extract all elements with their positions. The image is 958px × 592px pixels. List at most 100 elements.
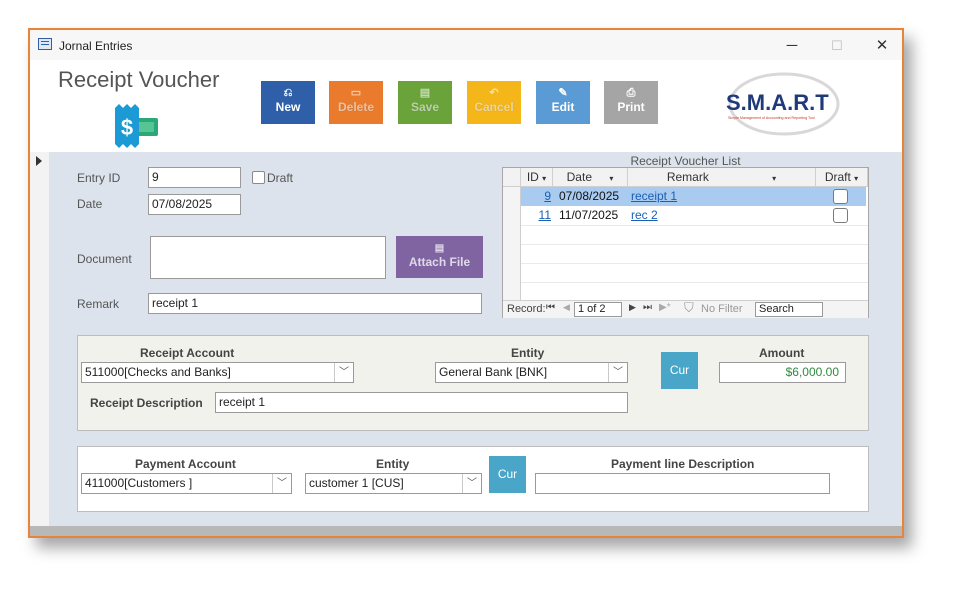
date-label: Date bbox=[77, 197, 103, 211]
chevron-down-icon[interactable]: ﹀ bbox=[608, 363, 627, 382]
chevron-down-icon[interactable]: ﹀ bbox=[334, 363, 353, 382]
title-bar: Jornal Entries ─ ☐ ✕ bbox=[30, 30, 902, 60]
draft-label: Draft bbox=[267, 171, 294, 185]
cancel-icon: ↶ bbox=[489, 87, 499, 99]
previous-record-icon[interactable]: ◀ bbox=[563, 302, 570, 313]
close-button[interactable]: ✕ bbox=[860, 33, 904, 59]
save-icon: ▤ bbox=[419, 87, 431, 99]
grid-line bbox=[521, 225, 868, 226]
new-button-label: New bbox=[275, 100, 301, 114]
grid-line bbox=[521, 244, 868, 245]
money-icon: $ bbox=[112, 102, 160, 150]
draft-checkbox[interactable] bbox=[252, 171, 265, 184]
column-header-draft[interactable]: Draft ▾ bbox=[816, 168, 868, 187]
remark-field[interactable]: receipt 1 bbox=[148, 293, 482, 314]
edit-icon: ✎ bbox=[558, 87, 568, 99]
payment-account-label: Payment Account bbox=[135, 457, 236, 471]
payment-section: Payment Account 411000[Customers ] ﹀ Ent… bbox=[77, 446, 869, 512]
payment-entity-select[interactable]: customer 1 [CUS] ﹀ bbox=[305, 473, 482, 494]
print-button[interactable]: ⎙ Print bbox=[604, 81, 658, 124]
row-remark[interactable]: rec 2 bbox=[631, 206, 811, 225]
column-date-label: Date bbox=[566, 170, 592, 184]
amount-label: Amount bbox=[759, 346, 805, 360]
record-position-field[interactable]: 1 of 2 bbox=[574, 302, 622, 317]
attach-file-label: Attach File bbox=[408, 255, 471, 269]
document-field[interactable] bbox=[150, 236, 386, 279]
attach-file-button[interactable]: ▤ Attach File bbox=[396, 236, 483, 278]
minimize-button[interactable]: ─ bbox=[770, 33, 814, 59]
payment-account-select[interactable]: 411000[Customers ] ﹀ bbox=[81, 473, 292, 494]
record-navigation-bar: Record: ⏮ ◀ 1 of 2 ▶ ⏭ ▶* ⛉ No Filter Se… bbox=[503, 300, 868, 318]
row-id[interactable]: 11 bbox=[521, 206, 551, 225]
table-row[interactable]: 11 11/07/2025 rec 2 bbox=[503, 206, 868, 225]
svg-text:S.M.A.R.T: S.M.A.R.T bbox=[726, 90, 829, 115]
new-record-icon[interactable]: ▶* bbox=[659, 302, 671, 313]
next-record-icon[interactable]: ▶ bbox=[629, 302, 636, 313]
receipt-currency-button[interactable]: Cur bbox=[661, 352, 698, 389]
receipt-entity-label: Entity bbox=[511, 346, 545, 360]
payment-entity-label: Entity bbox=[376, 457, 410, 471]
voucher-list-title: Receipt Voucher List bbox=[630, 154, 741, 168]
date-field[interactable]: 07/08/2025 bbox=[148, 194, 241, 215]
receipt-account-value: 511000[Checks and Banks] bbox=[85, 365, 231, 379]
receipt-section: Receipt Account 511000[Checks and Banks]… bbox=[77, 335, 869, 431]
no-filter-label: No Filter bbox=[701, 303, 743, 315]
edit-button[interactable]: ✎ Edit bbox=[536, 81, 590, 124]
search-field[interactable]: Search bbox=[755, 302, 823, 317]
column-header-id[interactable]: ID ▾ bbox=[521, 168, 553, 187]
payment-currency-button[interactable]: Cur bbox=[489, 456, 526, 493]
payment-account-value: 411000[Customers ] bbox=[85, 476, 193, 490]
column-header-date[interactable]: Date ▾ bbox=[553, 168, 628, 187]
row-date: 07/08/2025 bbox=[559, 189, 620, 203]
svg-text:$: $ bbox=[121, 115, 133, 140]
table-row[interactable]: 9 07/08/2025 receipt 1 bbox=[503, 187, 868, 206]
receipt-description-field[interactable]: receipt 1 bbox=[215, 392, 628, 413]
row-selector[interactable] bbox=[503, 206, 521, 225]
delete-button[interactable]: ▭ Delete bbox=[329, 81, 383, 124]
column-id-label: ID bbox=[526, 170, 539, 184]
receipt-description-label: Receipt Description bbox=[90, 396, 203, 410]
row-selector[interactable] bbox=[503, 187, 521, 206]
entry-id-field[interactable]: 9 bbox=[148, 167, 241, 188]
save-button-label: Save bbox=[410, 100, 440, 114]
column-header-remark[interactable]: Remark ▾ bbox=[628, 168, 816, 187]
new-icon: ⎌ bbox=[283, 87, 293, 99]
grid-line bbox=[521, 263, 868, 264]
list-header-corner bbox=[503, 168, 521, 187]
receipt-entity-value: General Bank [BNK] bbox=[439, 365, 548, 379]
form-header: Receipt Voucher $ ⎌ New ▭ Delete ▤ Save ↶ Ca… bbox=[30, 60, 902, 152]
print-icon: ⎙ bbox=[626, 87, 636, 99]
smart-logo: S.M.A.R.T Simple Management of Accountin… bbox=[720, 68, 845, 138]
record-selector[interactable] bbox=[30, 152, 50, 526]
receipt-account-select[interactable]: 511000[Checks and Banks] ﹀ bbox=[81, 362, 354, 383]
cancel-button[interactable]: ↶ Cancel bbox=[467, 81, 521, 124]
empty-selector-column bbox=[503, 225, 521, 300]
maximize-button[interactable]: ☐ bbox=[815, 33, 859, 59]
filter-icon[interactable]: ⛉ bbox=[684, 300, 694, 316]
svg-text:Simple Management of Accountin: Simple Management of Accounting and Repo… bbox=[728, 116, 815, 120]
page-title: Receipt Voucher bbox=[58, 67, 220, 92]
record-label: Record: bbox=[507, 303, 546, 315]
payment-entity-value: customer 1 [CUS] bbox=[309, 476, 404, 490]
edit-button-label: Edit bbox=[551, 100, 575, 114]
cancel-button-label: Cancel bbox=[474, 100, 514, 114]
current-record-arrow-icon bbox=[36, 156, 42, 166]
form-icon bbox=[38, 38, 52, 50]
chevron-down-icon[interactable]: ﹀ bbox=[272, 474, 291, 493]
new-button[interactable]: ⎌ New bbox=[261, 81, 315, 124]
chevron-down-icon[interactable]: ﹀ bbox=[462, 474, 481, 493]
row-remark[interactable]: receipt 1 bbox=[631, 187, 811, 206]
first-record-icon[interactable]: ⏮ bbox=[546, 302, 555, 313]
column-remark-label: Remark bbox=[666, 170, 709, 184]
status-strip bbox=[30, 526, 902, 536]
row-id[interactable]: 9 bbox=[521, 187, 551, 206]
voucher-list[interactable]: ID ▾ Date ▾ Remark ▾ Draft ▾ 9 07/08/202… bbox=[502, 167, 869, 318]
amount-field[interactable]: $6,000.00 bbox=[719, 362, 846, 383]
receipt-entity-select[interactable]: General Bank [BNK] ﹀ bbox=[435, 362, 628, 383]
save-button[interactable]: ▤ Save bbox=[398, 81, 452, 124]
last-record-icon[interactable]: ⏭ bbox=[643, 302, 652, 313]
payment-line-description-field[interactable] bbox=[535, 473, 830, 494]
row-draft-checkbox[interactable] bbox=[833, 208, 848, 223]
row-draft-checkbox[interactable] bbox=[833, 189, 848, 204]
column-draft-label: Draft bbox=[824, 170, 851, 184]
